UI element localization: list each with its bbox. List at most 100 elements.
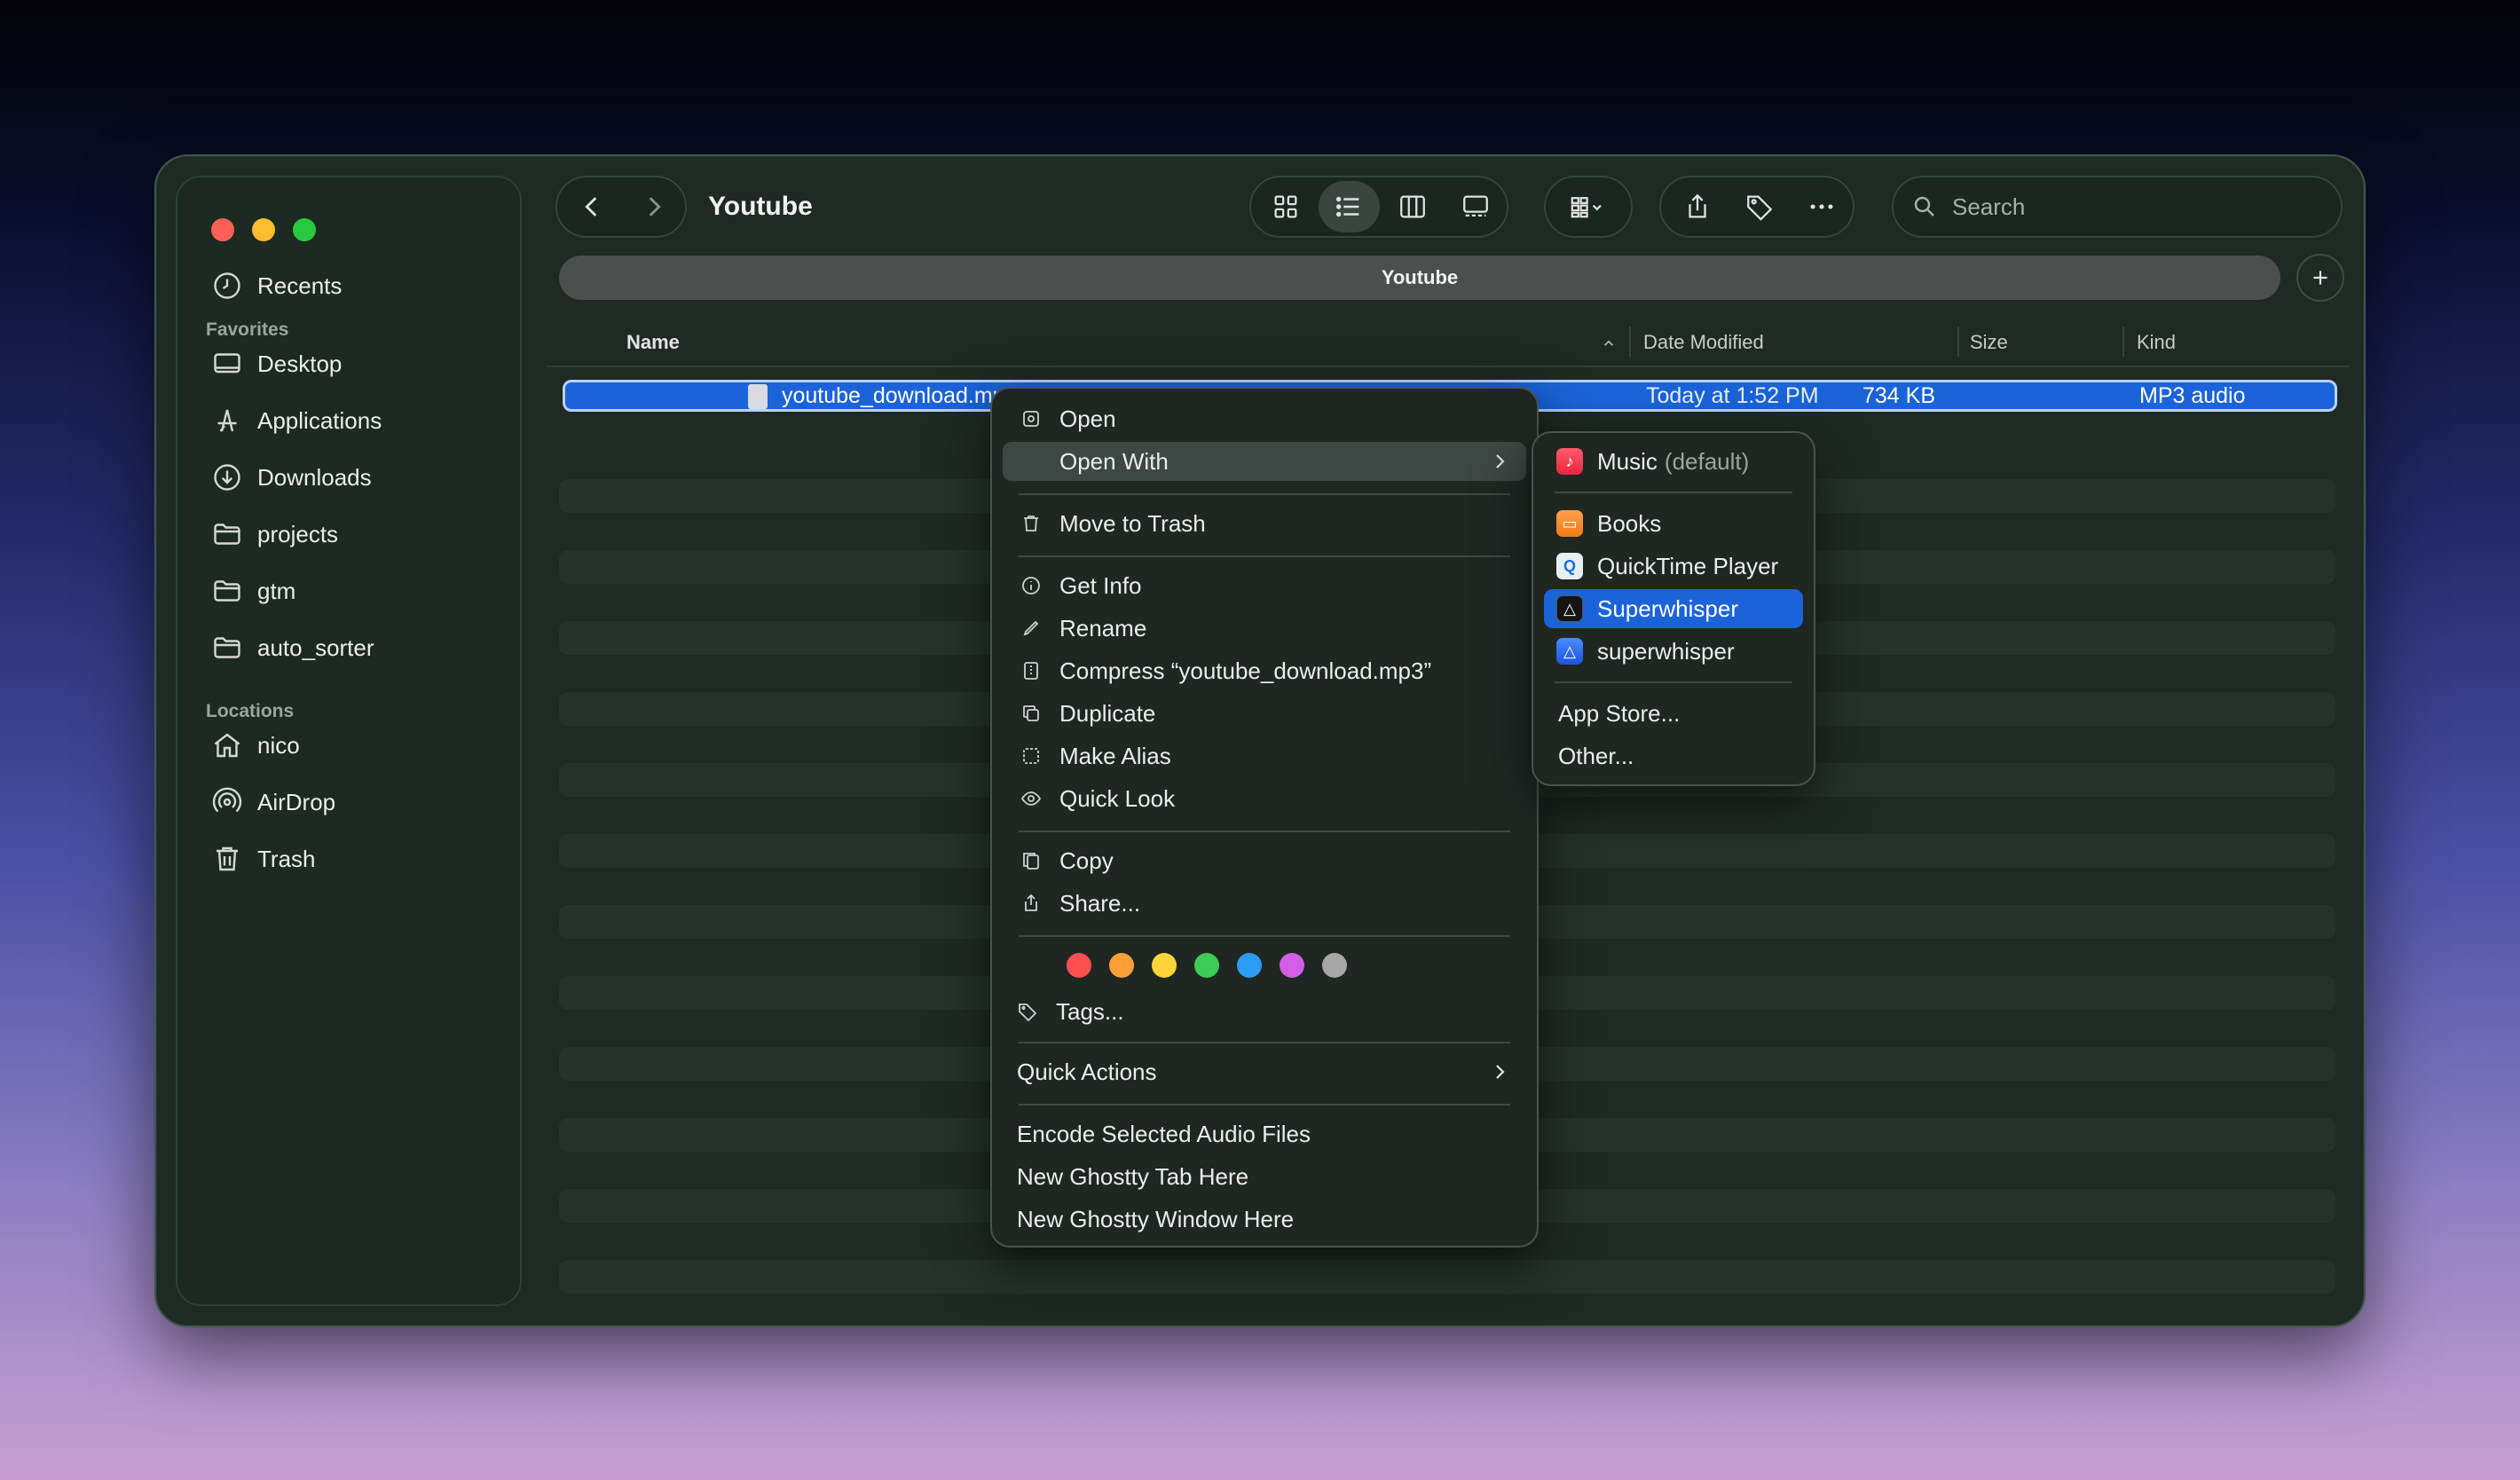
chevron-right-icon — [1496, 454, 1505, 468]
header-divider — [547, 366, 2350, 367]
column-view-button[interactable] — [1382, 181, 1444, 232]
tag-red-dot[interactable] — [1067, 953, 1091, 978]
download-icon — [209, 460, 245, 495]
app-item-app-store[interactable]: App Store... — [1544, 694, 1803, 733]
sidebar-item-auto-sorter[interactable]: auto_sorter — [209, 626, 374, 669]
menu-separator — [1019, 555, 1510, 557]
open-icon — [1017, 405, 1045, 433]
sidebar-item-gtm[interactable]: gtm — [209, 570, 295, 612]
info-icon — [1017, 571, 1045, 600]
locations-heading: Locations — [206, 701, 295, 721]
new-tab-button[interactable] — [2296, 254, 2344, 302]
menu-item-tags[interactable]: Tags... — [1003, 992, 1526, 1031]
tag-blue-dot[interactable] — [1237, 953, 1262, 978]
search-icon — [1914, 196, 1934, 216]
menu-item-compress[interactable]: Compress “youtube_download.mp3” — [1003, 651, 1526, 690]
menu-item-ghostty-tab[interactable]: New Ghostty Tab Here — [1003, 1157, 1526, 1196]
file-name: youtube_download.mp3 — [782, 383, 1018, 408]
gallery-view-button[interactable] — [1445, 181, 1508, 232]
tag-yellow-dot[interactable] — [1152, 953, 1177, 978]
tag-green-dot[interactable] — [1194, 953, 1219, 978]
menu-item-quick-look[interactable]: Quick Look — [1003, 779, 1526, 818]
group-button[interactable] — [1544, 176, 1633, 238]
tab-label: Youtube — [1381, 266, 1459, 288]
sidebar-item-label: Recents — [257, 272, 343, 299]
close-window-button[interactable] — [211, 218, 234, 241]
file-kind: MP3 audio — [2139, 382, 2246, 408]
audio-file-icon — [748, 384, 768, 409]
sidebar: Recents Favorites Desktop Applications D… — [176, 176, 522, 1306]
music-app-icon: ♪ — [1556, 448, 1583, 475]
sidebar-item-label: Desktop — [257, 350, 343, 377]
table-row-empty — [559, 1260, 2335, 1294]
minimize-window-button[interactable] — [252, 218, 275, 241]
icon-view-button[interactable] — [1255, 181, 1317, 232]
menu-item-quick-actions[interactable]: Quick Actions — [1003, 1052, 1526, 1091]
app-item-music[interactable]: ♪ Music (default) — [1544, 442, 1803, 481]
list-icon — [1336, 196, 1359, 217]
menu-item-open[interactable]: Open — [1003, 399, 1526, 438]
sidebar-item-airdrop[interactable]: AirDrop — [209, 781, 335, 823]
tag-button[interactable] — [1729, 181, 1791, 232]
desktop-icon — [209, 346, 245, 382]
column-header-date[interactable]: Date Modified — [1643, 323, 1764, 362]
list-view-button[interactable] — [1318, 181, 1380, 232]
sidebar-item-label: Applications — [257, 406, 382, 434]
sidebar-item-trash[interactable]: Trash — [209, 838, 316, 880]
sidebar-item-applications[interactable]: Applications — [209, 399, 382, 442]
menu-item-open-with[interactable]: Open With — [1003, 442, 1526, 481]
quicktime-app-icon: Q — [1556, 553, 1583, 579]
sidebar-item-label: AirDrop — [257, 788, 336, 815]
search-input[interactable]: Search — [1892, 176, 2343, 238]
menu-item-copy[interactable]: Copy — [1003, 841, 1526, 880]
share-icon — [1689, 193, 1706, 218]
folder-icon — [209, 630, 245, 665]
chevron-left-icon — [585, 197, 597, 216]
menu-item-get-info[interactable]: Get Info — [1003, 566, 1526, 605]
superwhisper-app-icon: △ — [1556, 595, 1583, 622]
pencil-icon — [1017, 614, 1045, 642]
chevron-right-icon — [649, 197, 661, 216]
menu-item-encode-audio[interactable]: Encode Selected Audio Files — [1003, 1114, 1526, 1153]
menu-item-duplicate[interactable]: Duplicate — [1003, 694, 1526, 733]
applications-icon — [209, 403, 245, 438]
app-item-superwhisper-alt[interactable]: △ superwhisper — [1544, 632, 1803, 671]
sidebar-item-label: Downloads — [257, 463, 372, 491]
tab-youtube[interactable]: Youtube — [559, 256, 2280, 300]
app-item-superwhisper-selected[interactable]: △ Superwhisper — [1544, 589, 1803, 628]
menu-separator — [1019, 831, 1510, 832]
more-button[interactable] — [1791, 181, 1853, 232]
menu-item-move-to-trash[interactable]: Move to Trash — [1003, 504, 1526, 543]
folder-icon — [209, 516, 245, 552]
back-button[interactable] — [561, 181, 623, 232]
app-item-other[interactable]: Other... — [1544, 736, 1803, 775]
tag-gray-dot[interactable] — [1322, 953, 1347, 978]
zoom-window-button[interactable] — [293, 218, 316, 241]
sidebar-item-desktop[interactable]: Desktop — [209, 342, 342, 385]
column-header-name[interactable]: Name — [626, 323, 680, 362]
sidebar-item-recents[interactable]: Recents — [209, 264, 342, 307]
column-header-size[interactable]: Size — [1970, 323, 2008, 362]
column-header-kind[interactable]: Kind — [2137, 323, 2176, 362]
trash-icon — [209, 841, 245, 877]
sidebar-item-downloads[interactable]: Downloads — [209, 456, 372, 499]
sidebar-item-projects[interactable]: projects — [209, 513, 338, 555]
menu-item-make-alias[interactable]: Make Alias — [1003, 736, 1526, 775]
menu-item-share[interactable]: Share... — [1003, 884, 1526, 923]
clock-icon — [209, 268, 245, 303]
sidebar-item-nico[interactable]: nico — [209, 724, 300, 767]
plus-icon — [2313, 271, 2327, 285]
gallery-icon — [1463, 195, 1489, 217]
forward-button[interactable] — [623, 181, 685, 232]
app-item-quicktime[interactable]: Q QuickTime Player — [1544, 547, 1803, 586]
search-placeholder: Search — [1952, 193, 2026, 220]
share-button[interactable] — [1666, 181, 1729, 232]
tag-purple-dot[interactable] — [1280, 953, 1304, 978]
menu-separator — [1019, 935, 1510, 937]
menu-item-ghostty-window[interactable]: New Ghostty Window Here — [1003, 1200, 1526, 1239]
tag-orange-dot[interactable] — [1109, 953, 1134, 978]
app-item-books[interactable]: ▭ Books — [1544, 504, 1803, 543]
column-divider — [1629, 327, 1631, 357]
grid-icon — [1274, 195, 1297, 218]
menu-item-rename[interactable]: Rename — [1003, 609, 1526, 648]
